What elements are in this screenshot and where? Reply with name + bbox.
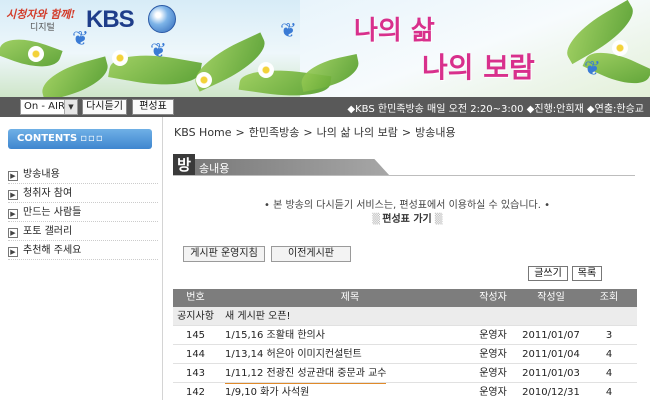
flower-decoration — [196, 72, 212, 88]
header-views: 조회 — [599, 292, 619, 303]
row-views: 4 — [605, 387, 613, 398]
program-info: ◆KBS 한민족방송 매일 오전 2:20~3:00 ◆진행:안희재 ◆연출:한… — [347, 104, 644, 115]
sidebar-item-staff[interactable]: ▶ 만드는 사람들 — [8, 203, 158, 222]
header-title: 제목 — [340, 292, 360, 303]
row-views: 3 — [605, 330, 613, 341]
row-title[interactable]: 1/11,12 전광진 성균관대 중문과 교수 — [225, 364, 387, 384]
flower-decoration — [28, 46, 44, 62]
breadcrumb-home[interactable]: KBS Home — [174, 126, 232, 139]
table-row-notice[interactable]: 공지사항 새 게시판 오픈! — [173, 307, 637, 326]
row-date: 2010/12/31 — [522, 387, 580, 398]
breadcrumb-separator-icon: > — [303, 126, 313, 139]
sidebar-item-listener-participation[interactable]: ▶ 청취자 참여 — [8, 184, 158, 203]
row-no: 144 — [185, 349, 206, 360]
schedule-link-row: ▒ 편성표 가기 ▒ — [164, 210, 650, 225]
header-author: 작성자 — [479, 292, 507, 303]
schedule-button[interactable]: 편성표 — [132, 99, 174, 115]
table-row[interactable]: 145 1/15,16 조활태 한의사 운영자 2011/01/07 3 — [173, 326, 637, 345]
header-date: 작성일 — [537, 292, 565, 303]
contents-heading: CONTENTS ▫▫▫ — [8, 129, 152, 149]
chevron-down-icon[interactable]: ▼ — [64, 100, 77, 114]
breadcrumb-separator-icon: > — [401, 126, 412, 139]
arrow-right-icon: ▶ — [8, 171, 18, 181]
row-no: 143 — [185, 368, 206, 379]
butterfly-icon: ❦ — [280, 18, 297, 42]
arrow-right-icon: ▶ — [8, 228, 18, 238]
list-button[interactable]: 목록 — [572, 266, 602, 281]
table-row[interactable]: 144 1/13,14 허은아 이미지컨설턴트 운영자 2011/01/04 4 — [173, 345, 637, 364]
row-no: 145 — [185, 330, 206, 341]
row-author: 운영자 — [479, 349, 507, 360]
flower-decoration — [112, 50, 128, 66]
board-rules-button[interactable]: 게시판 운영지침 — [183, 246, 265, 262]
program-title-line2: 나의 보람 — [422, 51, 535, 84]
row-title[interactable]: 1/9,10 화가 사석원 — [225, 383, 465, 400]
write-button[interactable]: 글쓰기 — [528, 266, 568, 281]
board-table: 번호 제목 작성자 작성일 조회 공지사항 새 게시판 오픈! 145 1/15… — [173, 289, 637, 400]
section-title-first-char: 방 — [173, 154, 195, 176]
onair-select[interactable]: On - AIR ▼ — [20, 99, 78, 115]
butterfly-icon: ❦ — [584, 56, 601, 80]
sidebar: CONTENTS ▫▫▫ ▶ 방송내용 ▶ 청취자 참여 ▶ 만드는 사람들 ▶ 포토 갤… — [0, 117, 163, 400]
row-author: 운영자 — [479, 368, 507, 379]
kbs-logo[interactable]: KBS — [86, 6, 135, 34]
breadcrumb-station[interactable]: 한민족방송 — [249, 126, 300, 139]
arrow-right-icon: ▶ — [8, 209, 18, 219]
row-title[interactable]: 1/15,16 조활태 한의사 — [225, 326, 465, 345]
banner-digital-label: 디지털 — [30, 23, 55, 33]
sidebar-item-label: 청취자 참여 — [23, 188, 73, 199]
table-row[interactable]: 143 1/11,12 전광진 성균관대 중문과 교수 운영자 2011/01/… — [173, 364, 637, 384]
sidebar-item-label: 추천해 주세요 — [23, 245, 82, 256]
row-views: 4 — [605, 368, 613, 379]
section-title: 방 송내용 — [173, 154, 573, 176]
arrow-right-icon: ▶ — [8, 247, 18, 257]
row-views: 4 — [605, 349, 613, 360]
flower-decoration — [612, 40, 628, 56]
breadcrumb: KBS Home > 한민족방송 > 나의 삶 나의 보람 > 방송내용 — [174, 124, 456, 140]
kbs-globe-icon — [148, 5, 176, 33]
nav-bar: On - AIR ▼ 다시듣기 편성표 ◆KBS 한민족방송 매일 오전 2:2… — [0, 97, 650, 117]
breadcrumb-separator-icon: > — [235, 126, 245, 139]
old-board-button[interactable]: 이전게시판 — [271, 246, 351, 262]
sidebar-item-photo-gallery[interactable]: ▶ 포토 갤러리 — [8, 222, 158, 241]
link-decoration-left: ▒ — [372, 214, 380, 225]
notice-text: • 본 방송의 다시듣기 서비스는, 편성표에서 이용하실 수 있습니다. • — [264, 200, 550, 211]
sidebar-item-label: 만드는 사람들 — [23, 207, 82, 218]
row-author: 운영자 — [479, 330, 507, 341]
link-decoration-right: ▒ — [434, 214, 443, 225]
row-no: 142 — [185, 387, 206, 398]
row-title[interactable]: 1/13,14 허은아 이미지컨설턴트 — [225, 345, 465, 364]
program-title: 나의 삶 나의 보람 — [340, 6, 580, 88]
main-content: KBS Home > 한민족방송 > 나의 삶 나의 보람 > 방송내용 방 송내용 • 본… — [164, 117, 650, 400]
notice-label: 공지사항 — [177, 311, 214, 322]
sidebar-item-label: 포토 갤러리 — [23, 226, 73, 237]
sidebar-item-recommend[interactable]: ▶ 추천해 주세요 — [8, 241, 158, 260]
flower-decoration — [258, 62, 274, 78]
sidebar-menu: ▶ 방송내용 ▶ 청취자 참여 ▶ 만드는 사람들 ▶ 포토 갤러리 ▶ 추천해 주세요 — [8, 165, 158, 260]
contents-heading-dots: ▫▫▫ — [80, 133, 104, 144]
row-date: 2011/01/07 — [522, 330, 580, 341]
sidebar-item-label: 방송내용 — [23, 169, 60, 180]
onair-select-value: On - AIR — [24, 101, 65, 112]
schedule-link[interactable]: 편성표 가기 — [382, 214, 431, 225]
butterfly-icon: ❦ — [150, 38, 167, 62]
notice-title[interactable]: 새 게시판 오픈! — [225, 307, 465, 326]
breadcrumb-program[interactable]: 나의 삶 나의 보람 — [317, 126, 398, 139]
section-divider — [173, 175, 635, 176]
row-date: 2011/01/03 — [522, 368, 580, 379]
header-banner: ❦ ❦ ❦ ❦ 시청자와 함께! 디지털 KBS 나의 삶 나의 보람 — [0, 0, 650, 97]
header-no: 번호 — [186, 292, 205, 303]
listen-again-button[interactable]: 다시듣기 — [82, 99, 127, 115]
contents-heading-label: CONTENTS — [17, 133, 78, 144]
table-row[interactable]: 142 1/9,10 화가 사석원 운영자 2010/12/31 4 — [173, 383, 637, 400]
row-author: 운영자 — [479, 387, 507, 398]
breadcrumb-current: 방송내용 — [415, 126, 456, 139]
section-title-rest: 송내용 — [199, 162, 230, 175]
table-header: 번호 제목 작성자 작성일 조회 — [173, 289, 637, 307]
program-title-line1: 나의 삶 — [354, 16, 435, 46]
sidebar-item-program-content[interactable]: ▶ 방송내용 — [8, 165, 158, 184]
arrow-right-icon: ▶ — [8, 190, 18, 200]
row-date: 2011/01/04 — [522, 349, 580, 360]
